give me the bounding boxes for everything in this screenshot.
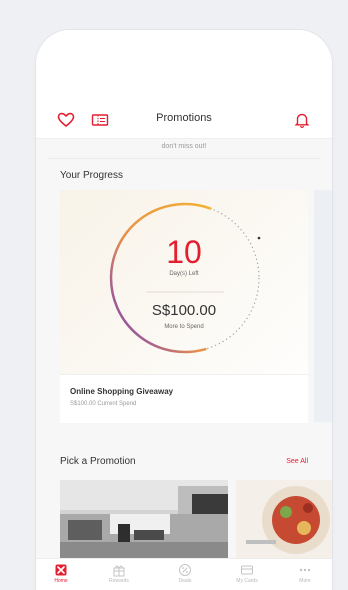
home-icon <box>55 564 67 576</box>
gift-icon <box>113 565 125 577</box>
promotion-image-1 <box>60 480 228 560</box>
current-spend: S$100.00 Current Spend <box>70 401 137 407</box>
bell-icon[interactable] <box>292 110 312 130</box>
progress-card-footer[interactable]: Online Shopping Giveaway S$100.00 Curren… <box>60 374 308 423</box>
progress-ring <box>109 202 261 354</box>
days-left-value: 10 <box>166 234 202 270</box>
tab-more[interactable]: More <box>280 563 330 584</box>
tab-label: Deals <box>178 578 192 584</box>
promotion-card-2[interactable] <box>236 480 332 560</box>
see-all-link[interactable]: See All <box>286 458 308 465</box>
card-icon <box>241 565 253 575</box>
divider <box>48 158 320 159</box>
bottom-tab-bar: Home Rewards Deals My Cards More <box>36 558 332 590</box>
more-icon <box>299 568 311 572</box>
promotion-image-2 <box>236 480 332 560</box>
tab-rewards[interactable]: Rewards <box>94 563 144 584</box>
spend-amount: S$100.00 <box>151 302 217 319</box>
phone-frame: Promotions don't miss out! Your Progress… <box>36 30 332 590</box>
percent-icon <box>179 564 191 576</box>
page-title: Promotions <box>156 112 212 124</box>
progress-section-title: Your Progress <box>60 170 123 181</box>
tab-label: Home <box>54 578 68 584</box>
promotion-title: Online Shopping Giveaway <box>70 387 174 396</box>
tab-label: Rewards <box>109 578 129 584</box>
tab-label: My Cards <box>236 578 258 584</box>
page-subtitle: don't miss out! <box>161 143 207 150</box>
spend-amount-label: More to Spend <box>164 324 204 330</box>
tab-my-cards[interactable]: My Cards <box>222 563 272 584</box>
status-area <box>36 30 332 102</box>
promotions-section-title: Pick a Promotion <box>60 456 136 467</box>
tab-home[interactable]: Home <box>36 563 86 584</box>
tab-deals[interactable]: Deals <box>160 563 210 584</box>
promotion-card-1[interactable] <box>60 480 228 560</box>
next-card-peek[interactable] <box>314 190 332 422</box>
days-left-label: Day(s) Left <box>169 271 199 277</box>
top-navbar: Promotions <box>36 102 332 139</box>
tab-label: More <box>299 578 311 584</box>
